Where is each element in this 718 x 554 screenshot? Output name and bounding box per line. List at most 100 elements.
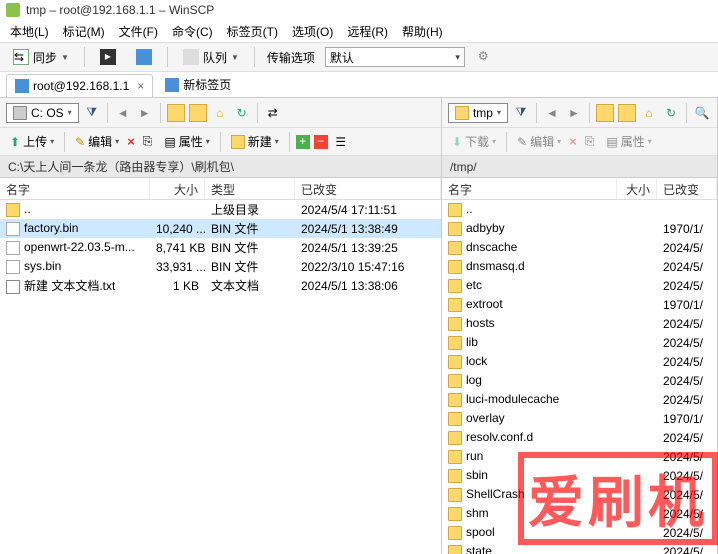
col-type[interactable]: 类型 bbox=[205, 178, 295, 199]
back-icon[interactable]: ◄ bbox=[114, 104, 132, 122]
table-row[interactable]: dnscache2024/5/ bbox=[442, 238, 717, 257]
delete-button[interactable]: × bbox=[127, 134, 135, 149]
panes: C: OS ▾ ⧩ ◄ ► ⌂ ↻ ⇄ ⬆ 上传 ▾ ✎ 编辑 bbox=[0, 98, 718, 554]
invert-icon[interactable]: ☰ bbox=[332, 133, 350, 151]
edit-button[interactable]: ✎ 编辑 ▾ bbox=[513, 131, 565, 152]
table-row[interactable]: lib2024/5/ bbox=[442, 333, 717, 352]
root-folder-icon[interactable] bbox=[189, 104, 207, 122]
menubar: 本地(L) 标记(M) 文件(F) 命令(C) 标签页(T) 选项(O) 远程(… bbox=[0, 20, 718, 42]
properties-button[interactable]: ▤ 属性 ▾ bbox=[160, 131, 213, 152]
table-row[interactable]: .. bbox=[442, 200, 717, 219]
deselect-all-icon[interactable]: − bbox=[314, 135, 328, 149]
separator bbox=[289, 132, 290, 152]
properties-button[interactable]: ▤ 属性 ▾ bbox=[602, 131, 655, 152]
remote-path[interactable]: /tmp/ bbox=[442, 156, 717, 178]
delete-button[interactable]: × bbox=[569, 134, 577, 149]
filter-icon[interactable]: ⧩ bbox=[512, 104, 530, 122]
table-row[interactable]: resolv.conf.d2024/5/ bbox=[442, 428, 717, 447]
queue-icon bbox=[183, 49, 199, 65]
menu-command[interactable]: 命令(C) bbox=[166, 21, 219, 42]
forward-icon[interactable]: ► bbox=[565, 104, 583, 122]
back-icon[interactable]: ◄ bbox=[543, 104, 561, 122]
remote-drivebar: tmp ▾ ⧩ ◄ ► ⌂ ↻ 🔍 bbox=[442, 98, 717, 128]
filter-icon[interactable]: ⧩ bbox=[83, 104, 101, 122]
parent-folder-icon[interactable] bbox=[596, 104, 614, 122]
local-drive-combo[interactable]: C: OS ▾ bbox=[6, 103, 79, 123]
local-filelist[interactable]: ..上级目录2024/5/4 17:11:51factory.bin10,240… bbox=[0, 200, 441, 554]
misc-button[interactable]: ⎘ bbox=[139, 132, 157, 151]
table-row[interactable]: factory.bin10,240 ...BIN 文件2024/5/1 13:3… bbox=[0, 219, 441, 238]
table-row[interactable]: run2024/5/ bbox=[442, 447, 717, 466]
settings-button[interactable]: ⚙ bbox=[471, 46, 501, 68]
table-row[interactable]: sbin2024/5/ bbox=[442, 466, 717, 485]
col-size[interactable]: 大小 bbox=[150, 178, 205, 199]
col-name[interactable]: 名字 bbox=[0, 178, 150, 199]
menu-help[interactable]: 帮助(H) bbox=[396, 21, 449, 42]
table-row[interactable]: dnsmasq.d2024/5/ bbox=[442, 257, 717, 276]
menu-remote[interactable]: 远程(R) bbox=[341, 21, 394, 42]
tab-new[interactable]: 新标签页 bbox=[157, 72, 239, 97]
separator bbox=[64, 132, 65, 152]
find-icon[interactable]: 🔍 bbox=[693, 104, 711, 122]
menu-file[interactable]: 文件(F) bbox=[113, 21, 164, 42]
chevron-down-icon: ▼ bbox=[61, 53, 69, 62]
transfer-preset-combo[interactable]: 默认 ▾ bbox=[325, 47, 465, 67]
table-row[interactable]: adbyby1970/1/ bbox=[442, 219, 717, 238]
table-row[interactable]: 新建 文本文档.txt1 KB文本文档2024/5/1 13:38:06 bbox=[0, 276, 441, 295]
queue-label: 队列 bbox=[203, 49, 227, 66]
console-button[interactable]: ▸ bbox=[93, 46, 123, 68]
sync-button[interactable]: ⇆ 同步 ▼ bbox=[6, 46, 76, 69]
upload-button[interactable]: ⬆ 上传 ▾ bbox=[6, 131, 58, 152]
table-row[interactable]: overlay1970/1/ bbox=[442, 409, 717, 428]
queue-button[interactable]: 队列 ▼ bbox=[176, 46, 246, 69]
forward-icon[interactable]: ► bbox=[136, 104, 154, 122]
menu-tabs[interactable]: 标签页(T) bbox=[221, 21, 284, 42]
compare-button[interactable] bbox=[129, 46, 159, 68]
table-row[interactable]: spool2024/5/ bbox=[442, 523, 717, 542]
refresh-icon[interactable]: ↻ bbox=[233, 104, 251, 122]
remote-filelist[interactable]: ..adbyby1970/1/dnscache2024/5/dnsmasq.d2… bbox=[442, 200, 717, 554]
col-size[interactable]: 大小 bbox=[617, 178, 657, 199]
menu-options[interactable]: 选项(O) bbox=[286, 21, 339, 42]
new-button[interactable]: 新建 ▾ bbox=[227, 131, 283, 152]
table-row[interactable]: etc2024/5/ bbox=[442, 276, 717, 295]
misc-button[interactable]: ⎘ bbox=[581, 132, 599, 151]
table-row[interactable]: state2024/5/ bbox=[442, 542, 717, 554]
root-folder-icon[interactable] bbox=[618, 104, 636, 122]
remote-dir-combo[interactable]: tmp ▾ bbox=[448, 103, 508, 123]
select-all-icon[interactable]: + bbox=[296, 135, 310, 149]
edit-button[interactable]: ✎ 编辑 ▾ bbox=[71, 131, 123, 152]
table-row[interactable]: ..上级目录2024/5/4 17:11:51 bbox=[0, 200, 441, 219]
close-icon[interactable]: × bbox=[137, 79, 144, 93]
table-row[interactable]: extroot1970/1/ bbox=[442, 295, 717, 314]
misc-icon: ⎘ bbox=[585, 134, 595, 149]
table-row[interactable]: sys.bin33,931 ...BIN 文件2022/3/10 15:47:1… bbox=[0, 257, 441, 276]
table-row[interactable]: luci-modulecache2024/5/ bbox=[442, 390, 717, 409]
table-row[interactable]: ShellCrash2024/5/ bbox=[442, 485, 717, 504]
refresh-icon[interactable]: ↻ bbox=[662, 104, 680, 122]
table-row[interactable]: shm2024/5/ bbox=[442, 504, 717, 523]
home-icon[interactable]: ⌂ bbox=[640, 104, 658, 122]
table-row[interactable]: log2024/5/ bbox=[442, 371, 717, 390]
sync-browse-icon[interactable]: ⇄ bbox=[264, 104, 282, 122]
window-title: tmp – root@192.168.1.1 – WinSCP bbox=[26, 3, 214, 17]
separator bbox=[84, 47, 85, 67]
col-changed[interactable]: 已改变 bbox=[295, 178, 441, 199]
col-changed[interactable]: 已改变 bbox=[657, 178, 717, 199]
titlebar: tmp – root@192.168.1.1 – WinSCP bbox=[0, 0, 718, 20]
chevron-down-icon: ▾ bbox=[206, 137, 210, 146]
col-name[interactable]: 名字 bbox=[442, 178, 617, 199]
local-drivebar: C: OS ▾ ⧩ ◄ ► ⌂ ↻ ⇄ bbox=[0, 98, 441, 128]
menu-local[interactable]: 本地(L) bbox=[4, 21, 55, 42]
download-button[interactable]: ⬇ 下载 ▾ bbox=[448, 131, 500, 152]
table-row[interactable]: hosts2024/5/ bbox=[442, 314, 717, 333]
tab-new-label: 新标签页 bbox=[183, 76, 231, 93]
new-tab-icon bbox=[165, 78, 179, 92]
table-row[interactable]: openwrt-22.03.5-m...8,741 KBBIN 文件2024/5… bbox=[0, 238, 441, 257]
table-row[interactable]: lock2024/5/ bbox=[442, 352, 717, 371]
local-path[interactable]: C:\天上人间一条龙（路由器专享）\刷机包\ bbox=[0, 156, 441, 178]
home-icon[interactable]: ⌂ bbox=[211, 104, 229, 122]
tab-session[interactable]: root@192.168.1.1 × bbox=[6, 74, 153, 97]
menu-mark[interactable]: 标记(M) bbox=[57, 21, 111, 42]
parent-folder-icon[interactable] bbox=[167, 104, 185, 122]
